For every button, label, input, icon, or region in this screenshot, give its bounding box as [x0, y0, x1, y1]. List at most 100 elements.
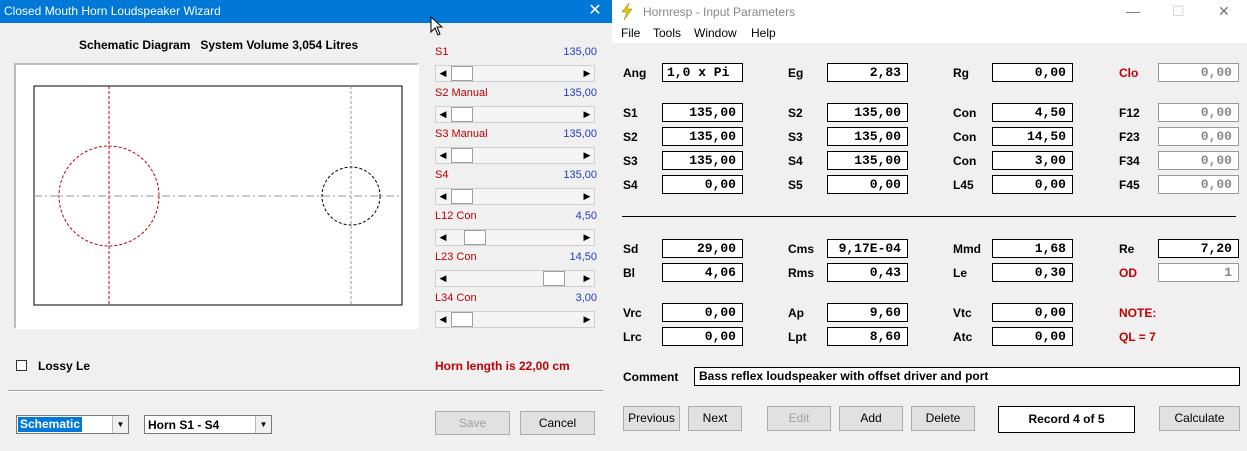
label-s5: S5	[788, 178, 803, 192]
arrow-right-icon[interactable]: ▶	[580, 148, 594, 163]
field-l45[interactable]: 0,00	[992, 175, 1073, 194]
field-rg[interactable]: 0,00	[992, 63, 1073, 82]
arrow-left-icon[interactable]: ◀	[436, 189, 450, 204]
field-s4[interactable]: 0,00	[662, 175, 743, 194]
arrow-right-icon[interactable]: ▶	[580, 66, 594, 81]
label-con-2: Con	[953, 130, 977, 144]
field-bl[interactable]: 4,06	[662, 263, 743, 282]
slider-track[interactable]: ◀ ▶	[435, 188, 595, 205]
menu-help[interactable]: Help	[751, 26, 776, 40]
arrow-right-icon[interactable]: ▶	[580, 230, 594, 245]
arrow-left-icon[interactable]: ◀	[436, 271, 450, 286]
label-s4: S4	[623, 178, 638, 192]
slider-label: L12 Con	[435, 210, 477, 222]
horn-select-value: Horn S1 - S4	[148, 418, 220, 432]
slider-value: 135,00	[563, 87, 597, 99]
slider-thumb[interactable]	[451, 189, 473, 204]
field-s1[interactable]: 135,00	[662, 103, 743, 122]
field-le[interactable]: 0,30	[992, 263, 1073, 282]
chevron-down-icon[interactable]: ▼	[255, 416, 271, 433]
field-s3[interactable]: 135,00	[662, 151, 743, 170]
schematic-heading: Schematic Diagram System Volume 3,054 Li…	[79, 38, 359, 52]
close-icon[interactable]: ✕	[578, 0, 612, 23]
field-lpt[interactable]: 8,60	[827, 327, 908, 346]
slider-thumb[interactable]	[451, 148, 473, 163]
chevron-down-icon[interactable]: ▼	[112, 416, 128, 433]
cancel-button[interactable]: Cancel	[520, 411, 595, 435]
arrow-right-icon[interactable]: ▶	[580, 107, 594, 122]
note-label: NOTE:	[1119, 306, 1157, 320]
slider-thumb[interactable]	[451, 66, 473, 81]
field-ang[interactable]: 1,0 x Pi	[662, 63, 743, 82]
arrow-left-icon[interactable]: ◀	[436, 66, 450, 81]
field-f45[interactable]: 0,00	[1158, 175, 1239, 194]
label-s3: S3	[788, 130, 803, 144]
field-s2[interactable]: 135,00	[662, 127, 743, 146]
arrow-right-icon[interactable]: ▶	[580, 189, 594, 204]
field-s2-right[interactable]: 135,00	[827, 103, 908, 122]
field-od[interactable]: 1	[1158, 263, 1239, 282]
minimize-icon[interactable]: —	[1126, 3, 1140, 19]
menu-file[interactable]: File	[621, 26, 640, 40]
slider-track[interactable]: ◀ ▶	[435, 229, 595, 246]
field-clo[interactable]: 0,00	[1158, 63, 1239, 82]
checkbox-box[interactable]	[16, 360, 27, 371]
slider-label: L34 Con	[435, 292, 477, 304]
next-button[interactable]: Next	[688, 406, 742, 431]
close-icon[interactable]: ✕	[1218, 3, 1230, 20]
field-eg[interactable]: 2,83	[827, 63, 908, 82]
field-vtc[interactable]: 0,00	[992, 303, 1073, 322]
slider-label: S1	[435, 46, 449, 58]
wizard-title: Closed Mouth Horn Loudspeaker Wizard	[4, 4, 221, 18]
divider	[622, 216, 1236, 217]
field-atc[interactable]: 0,00	[992, 327, 1073, 346]
slider-track[interactable]: ◀ ▶	[435, 106, 595, 123]
comment-field[interactable]: Bass reflex loudspeaker with offset driv…	[694, 367, 1240, 386]
field-sd[interactable]: 29,00	[662, 239, 743, 258]
field-f34[interactable]: 0,00	[1158, 151, 1239, 170]
label-s4: S4	[788, 154, 803, 168]
arrow-left-icon[interactable]: ◀	[436, 312, 450, 327]
view-select[interactable]: Schematic ▼	[16, 415, 129, 434]
field-f12[interactable]: 0,00	[1158, 103, 1239, 122]
slider-track[interactable]: ◀ ▶	[435, 65, 595, 82]
arrow-right-icon[interactable]: ▶	[580, 312, 594, 327]
field-con-3[interactable]: 3,00	[992, 151, 1073, 170]
arrow-right-icon[interactable]: ▶	[580, 271, 594, 286]
slider-label: S3 Manual	[435, 128, 488, 140]
previous-button[interactable]: Previous	[623, 406, 680, 431]
field-rms[interactable]: 0,43	[827, 263, 908, 282]
slider-thumb[interactable]	[464, 230, 486, 245]
field-s4-right[interactable]: 135,00	[827, 151, 908, 170]
maximize-icon[interactable]: ☐	[1172, 3, 1185, 20]
slider-track[interactable]: ◀ ▶	[435, 270, 595, 287]
arrow-left-icon[interactable]: ◀	[436, 230, 450, 245]
menu-window[interactable]: Window	[694, 26, 737, 40]
field-re[interactable]: 7,20	[1158, 239, 1239, 258]
arrow-left-icon[interactable]: ◀	[436, 148, 450, 163]
slider-thumb[interactable]	[451, 107, 473, 122]
calculate-button[interactable]: Calculate	[1159, 406, 1240, 431]
slider-track[interactable]: ◀ ▶	[435, 147, 595, 164]
delete-button[interactable]: Delete	[911, 406, 975, 431]
field-lrc[interactable]: 0,00	[662, 327, 743, 346]
slider-thumb[interactable]	[451, 312, 473, 327]
field-con-2[interactable]: 14,50	[992, 127, 1073, 146]
field-con-1[interactable]: 4,50	[992, 103, 1073, 122]
horn-select[interactable]: Horn S1 - S4 ▼	[144, 415, 272, 434]
field-vrc[interactable]: 0,00	[662, 303, 743, 322]
field-f23[interactable]: 0,00	[1158, 127, 1239, 146]
arrow-left-icon[interactable]: ◀	[436, 107, 450, 122]
add-button[interactable]: Add	[839, 406, 903, 431]
field-ap[interactable]: 9,60	[827, 303, 908, 322]
slider-track[interactable]: ◀ ▶	[435, 311, 595, 328]
label-s1: S1	[623, 106, 638, 120]
save-button[interactable]: Save	[435, 411, 510, 435]
edit-button[interactable]: Edit	[767, 406, 831, 431]
field-s3-right[interactable]: 135,00	[827, 127, 908, 146]
field-cms[interactable]: 9,17E-04	[827, 239, 908, 258]
field-s5[interactable]: 0,00	[827, 175, 908, 194]
field-mmd[interactable]: 1,68	[992, 239, 1073, 258]
menu-tools[interactable]: Tools	[653, 26, 681, 40]
slider-thumb[interactable]	[543, 271, 565, 286]
